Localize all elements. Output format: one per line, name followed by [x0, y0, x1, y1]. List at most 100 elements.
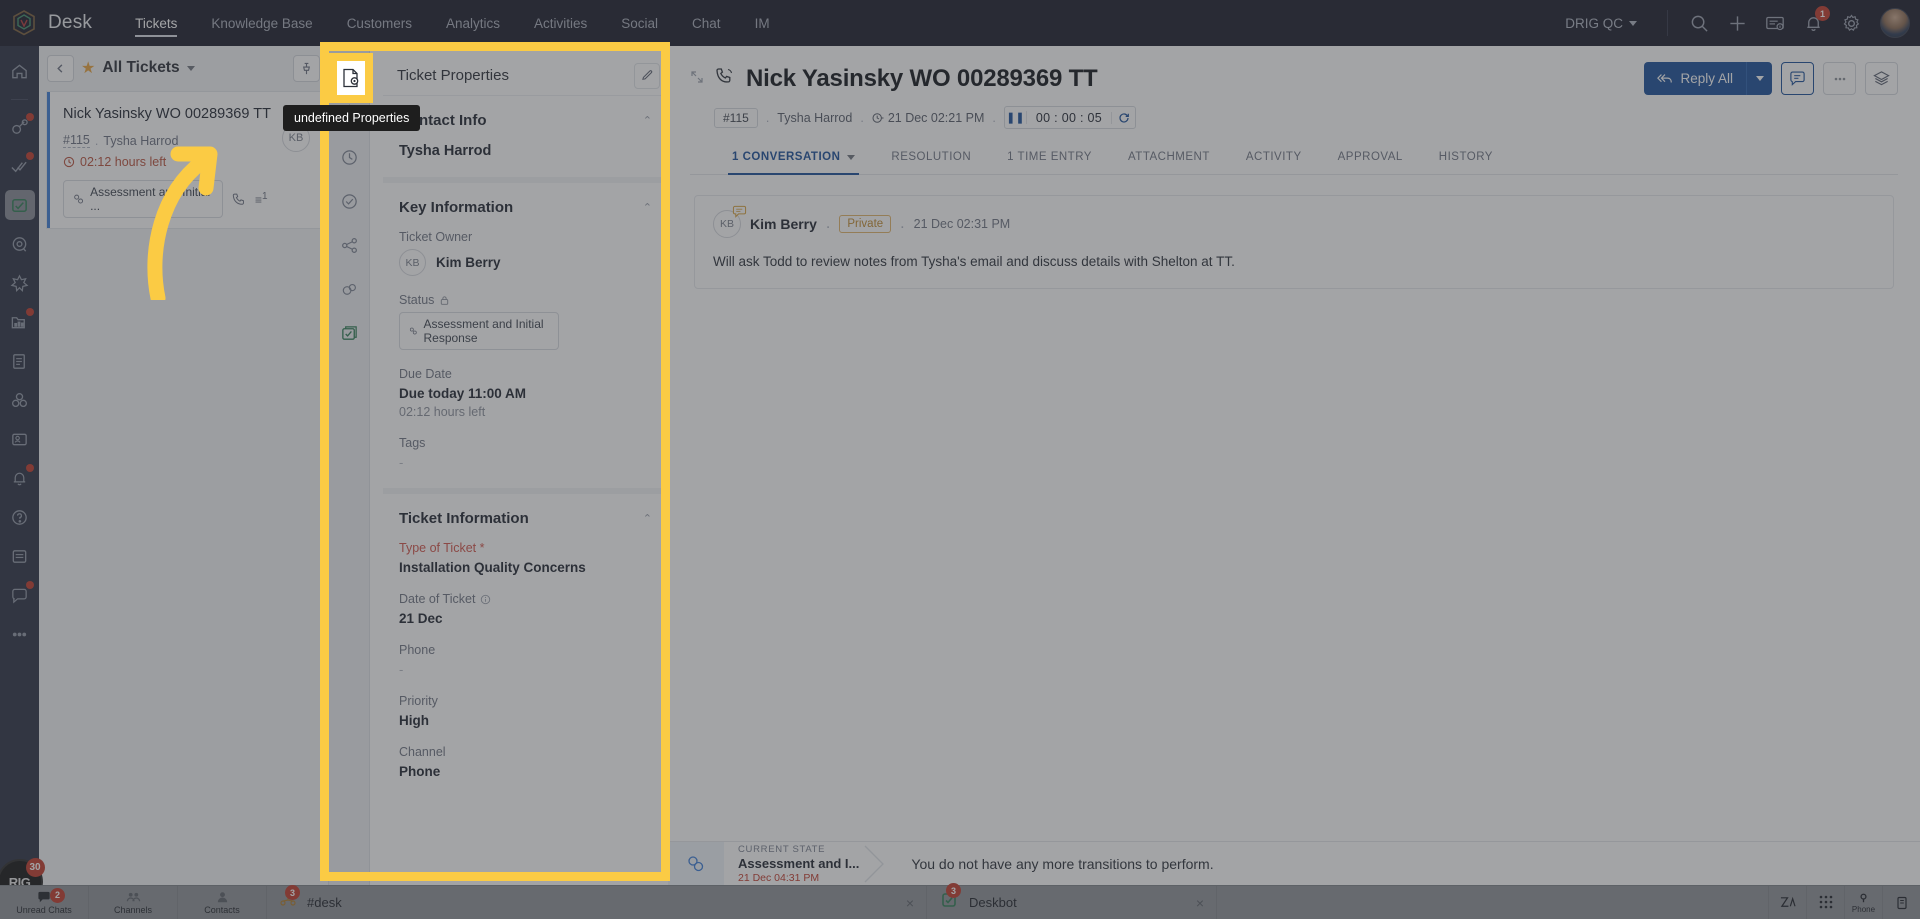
chevron-up-icon[interactable]: ⌃ [643, 201, 652, 214]
nav-customers[interactable]: Customers [330, 0, 429, 46]
edit-pencil-icon[interactable] [634, 62, 660, 89]
meta-separator: . [765, 110, 770, 125]
app-logo[interactable] [0, 10, 48, 36]
ticket-item-contact: Tysha Harrod [103, 133, 179, 148]
status-badge[interactable]: Assessment and Initial Response [399, 312, 559, 350]
tab-attachment[interactable]: ATTACHMENT [1110, 142, 1228, 174]
conversation-header: KB Kim Berry . Private . 21 Dec 02:31 PM [713, 205, 1875, 238]
nav-tickets[interactable]: Tickets [118, 0, 194, 46]
tab-conversation[interactable]: 1 CONVERSATION [714, 142, 873, 175]
lock-icon [441, 295, 449, 305]
phone-call-icon[interactable] [231, 191, 247, 207]
link-chain-icon[interactable] [5, 112, 35, 142]
chevron-up-icon[interactable]: ⌃ [643, 512, 652, 525]
share-icon[interactable] [334, 230, 364, 260]
panel-scrollbar[interactable] [662, 106, 666, 306]
field-label: Tags [399, 436, 426, 450]
nav-social[interactable]: Social [604, 0, 675, 46]
more-dots-icon[interactable] [1823, 62, 1856, 95]
org-switcher[interactable]: DRIG QC [1565, 16, 1637, 31]
ticket-properties-panel: Ticket Properties Contact Info ⌃ Tysha H… [383, 56, 668, 876]
tab-resolution[interactable]: RESOLUTION [873, 142, 989, 174]
tab-history[interactable]: HISTORY [1421, 142, 1511, 174]
refresh-icon[interactable] [1111, 111, 1135, 124]
field-due-date: Due Date Due today 11:00 AM 02:12 hours … [399, 367, 652, 419]
tasks-check-icon[interactable] [334, 186, 364, 216]
notification-bell-icon[interactable]: 1 [1794, 4, 1832, 42]
dialpad-icon[interactable] [1806, 885, 1844, 919]
chat-icon[interactable] [5, 580, 35, 610]
header-actions: Reply All [1644, 62, 1898, 95]
search-icon[interactable] [1680, 4, 1718, 42]
state-arrow-divider [859, 842, 893, 886]
reports-chart-icon[interactable] [5, 307, 35, 337]
gear-icon[interactable] [1832, 4, 1870, 42]
reply-all-button[interactable]: Reply All [1644, 62, 1746, 95]
taskbar-unread-chats[interactable]: Unread Chats 2 [0, 885, 89, 919]
more-dots-icon[interactable] [5, 619, 35, 649]
section-header[interactable]: Ticket Information ⌃ [399, 510, 652, 527]
ticket-contact-name[interactable]: Tysha Harrod [777, 111, 852, 125]
pause-icon[interactable]: ❚❚ [1005, 111, 1027, 124]
close-icon[interactable]: × [1196, 895, 1204, 911]
taskbar-contacts[interactable]: Contacts [178, 885, 267, 919]
nav-analytics[interactable]: Analytics [429, 0, 517, 46]
star-icon[interactable]: ★ [81, 58, 95, 78]
contacts-card-icon[interactable] [5, 424, 35, 454]
section-contact-info: Contact Info ⌃ Tysha Harrod [383, 96, 668, 159]
ticket-id-badge[interactable]: #115 [714, 107, 758, 128]
comment-icon[interactable] [1781, 62, 1814, 95]
at-mention-icon[interactable] [5, 229, 35, 259]
properties-icon[interactable] [341, 67, 361, 89]
section-header[interactable]: Contact Info ⌃ [399, 112, 652, 129]
projects-icon[interactable] [5, 385, 35, 415]
ticket-list-item[interactable]: Nick Yasinsky WO 00289369 TT KB #115 . T… [47, 92, 322, 228]
owner-row[interactable]: KB Kim Berry [399, 249, 652, 276]
chevron-up-icon[interactable]: ⌃ [643, 114, 652, 127]
taskbar-window-label: #desk [307, 895, 342, 910]
ticket-view-selector[interactable]: All Tickets [102, 59, 195, 77]
collapse-arrows-icon[interactable] [690, 70, 712, 87]
bell-alert-icon[interactable] [5, 463, 35, 493]
nav-activities[interactable]: Activities [517, 0, 604, 46]
card-info-icon[interactable] [1756, 4, 1794, 42]
time-tracker[interactable]: ❚❚ 00 : 00 : 05 [1003, 106, 1137, 129]
properties-panel-body[interactable]: Contact Info ⌃ Tysha Harrod Key Informat… [383, 96, 668, 876]
pin-icon[interactable] [293, 54, 320, 82]
desk-ticket-icon[interactable] [4, 190, 35, 220]
chevron-down-icon[interactable] [847, 154, 856, 160]
reply-all-dropdown[interactable] [1746, 62, 1772, 95]
close-icon[interactable]: × [906, 895, 914, 911]
zia-icon[interactable] [1768, 885, 1806, 919]
layers-icon[interactable] [1865, 62, 1898, 95]
tab-approval[interactable]: APPROVAL [1320, 142, 1421, 174]
nav-im[interactable]: IM [738, 0, 787, 46]
status-badge[interactable]: Assessment and Initial ... [63, 180, 223, 218]
list-icon[interactable] [5, 541, 35, 571]
attachment-link-icon[interactable] [334, 274, 364, 304]
history-clock-icon[interactable] [334, 142, 364, 172]
back-button[interactable] [47, 54, 74, 82]
info-icon[interactable] [480, 594, 491, 605]
taskbar-window-desk[interactable]: 3 #desk × [267, 885, 927, 919]
conversation-entry[interactable]: KB Kim Berry . Private . 21 Dec 02:31 PM… [694, 195, 1894, 289]
taskbar-channels[interactable]: Channels [89, 885, 178, 919]
clipboard-icon[interactable] [1882, 885, 1920, 919]
help-icon[interactable] [5, 502, 35, 532]
home-icon[interactable] [5, 56, 35, 86]
user-avatar[interactable] [1880, 8, 1910, 38]
field-value: 21 Dec [399, 611, 443, 626]
double-check-icon[interactable] [5, 151, 35, 181]
nav-knowledge-base[interactable]: Knowledge Base [194, 0, 329, 46]
phone-icon[interactable]: Phone [1844, 885, 1882, 919]
notes-icon[interactable] [334, 318, 364, 348]
tab-time-entry[interactable]: 1 TIME ENTRY [989, 142, 1110, 174]
tab-activity[interactable]: ACTIVITY [1228, 142, 1320, 174]
field-phone: Phone - [399, 643, 652, 677]
taskbar-window-deskbot[interactable]: 3 Deskbot × [927, 883, 1217, 919]
documents-icon[interactable] [5, 346, 35, 376]
section-header[interactable]: Key Information ⌃ [399, 199, 652, 216]
add-icon[interactable] [1718, 4, 1756, 42]
nav-chat[interactable]: Chat [675, 0, 738, 46]
puzzle-icon[interactable] [5, 268, 35, 298]
